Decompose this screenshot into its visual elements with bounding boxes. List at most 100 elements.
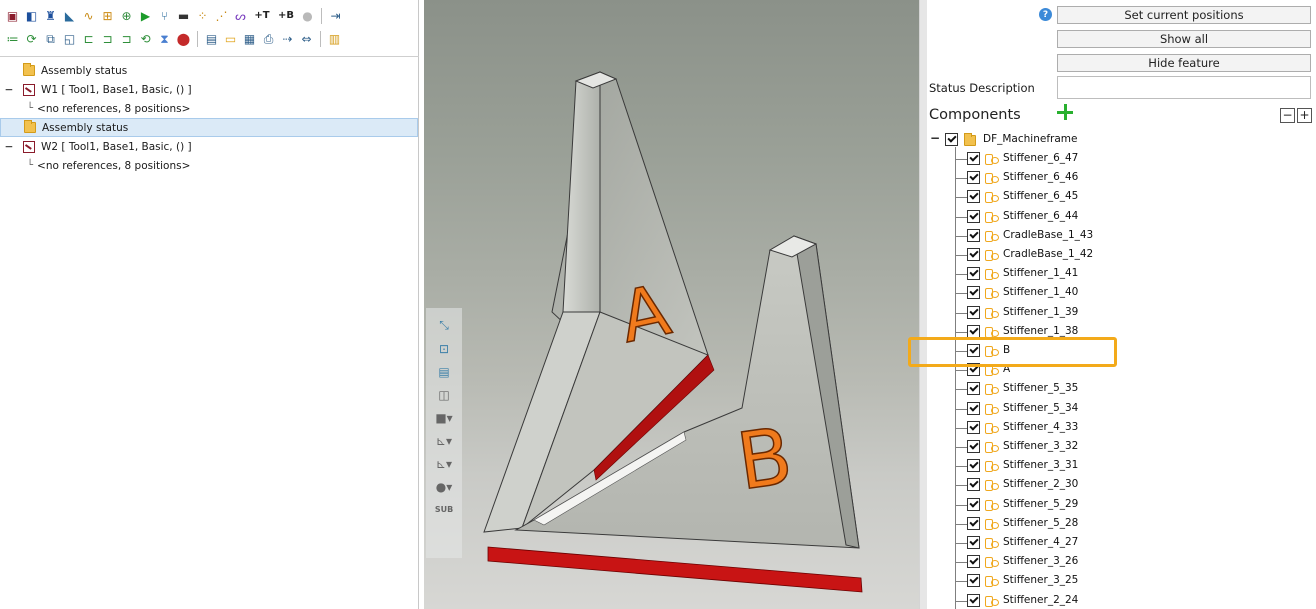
link-icon[interactable]: ⇔ xyxy=(298,30,315,48)
fit-all-icon[interactable]: ⤡ xyxy=(431,316,457,335)
component-checkbox[interactable] xyxy=(967,574,980,588)
solid-cube-icon[interactable]: ■▾ xyxy=(431,408,457,427)
collapse-icon[interactable]: − xyxy=(2,141,16,153)
component-checkbox[interactable] xyxy=(967,516,980,530)
component-checkbox[interactable] xyxy=(967,286,980,300)
component-item[interactable]: Stiffener_5_28 xyxy=(927,514,1316,533)
component-item[interactable]: Stiffener_6_45 xyxy=(927,187,1316,206)
folder-open-icon[interactable]: ▭ xyxy=(222,30,239,48)
target-icon[interactable]: ⊕ xyxy=(118,7,135,25)
link-right-icon[interactable]: ⇢ xyxy=(279,30,296,48)
component-checkbox[interactable] xyxy=(967,190,980,204)
open-project-icon[interactable]: ◧ xyxy=(23,7,40,25)
refresh-icon[interactable]: ⟲ xyxy=(137,30,154,48)
component-item[interactable]: Stiffener_6_46 xyxy=(927,168,1316,187)
collapse-icon[interactable]: − xyxy=(2,84,16,96)
component-checkbox[interactable] xyxy=(967,459,980,473)
view-layer-icon[interactable]: ▤ xyxy=(431,362,457,381)
component-item[interactable]: Stiffener_5_35 xyxy=(927,379,1316,398)
robot-icon[interactable]: ♜ xyxy=(42,7,59,25)
loop-icon[interactable]: ⟳ xyxy=(23,30,40,48)
stack-icon[interactable]: ⊏ xyxy=(80,30,97,48)
page-icon[interactable]: ▦ xyxy=(241,30,258,48)
component-item[interactable]: CradleBase_1_43 xyxy=(927,226,1316,245)
component-item[interactable]: Stiffener_2_24 xyxy=(927,591,1316,609)
status-description-input[interactable] xyxy=(1057,76,1311,99)
axes-icon[interactable]: ⊾▾ xyxy=(431,431,457,450)
component-checkbox[interactable] xyxy=(967,209,980,223)
splitter[interactable] xyxy=(919,0,927,609)
component-checkbox[interactable] xyxy=(967,497,980,511)
sphere-icon[interactable]: ●▾ xyxy=(431,477,457,496)
folder-icon[interactable]: ▬ xyxy=(175,7,192,25)
tree-item-instruction[interactable]: − W2 [ Tool1, Base1, Basic, () ] xyxy=(0,137,418,156)
component-checkbox[interactable] xyxy=(967,305,980,319)
show-all-button[interactable]: Show all xyxy=(1057,30,1311,48)
component-item[interactable]: Stiffener_3_32 xyxy=(927,437,1316,456)
component-item[interactable]: Stiffener_4_27 xyxy=(927,533,1316,552)
hourglass-icon[interactable]: ⧗ xyxy=(156,30,173,48)
axes-alt-icon[interactable]: ⊾▾ xyxy=(431,454,457,473)
component-checkbox[interactable] xyxy=(967,536,980,549)
tree-item-references[interactable]: └ <no references, 8 positions> xyxy=(0,156,418,175)
list-icon[interactable]: ≔ xyxy=(4,30,21,48)
component-checkbox[interactable] xyxy=(967,152,980,165)
assembly-icon[interactable]: ▣ xyxy=(4,7,21,25)
component-checkbox[interactable] xyxy=(967,267,980,281)
component-checkbox[interactable] xyxy=(967,382,980,396)
root-checkbox[interactable] xyxy=(945,133,958,146)
add-component-icon[interactable] xyxy=(1056,103,1074,121)
document-icon[interactable]: ▤ xyxy=(203,30,220,48)
assembly-scene[interactable]: A B xyxy=(424,0,919,609)
bar-chart-icon[interactable]: ▥ xyxy=(326,30,343,48)
component-checkbox[interactable] xyxy=(967,440,980,453)
collapse-icon[interactable]: − xyxy=(930,131,940,145)
component-item[interactable]: Stiffener_1_41 xyxy=(927,264,1316,283)
component-item[interactable]: Stiffener_5_34 xyxy=(927,399,1316,418)
component-checkbox[interactable] xyxy=(967,401,980,415)
tree-item-assembly-status[interactable]: Assembly status xyxy=(0,118,418,137)
component-item[interactable]: Stiffener_1_39 xyxy=(927,303,1316,322)
record-icon[interactable]: ● xyxy=(299,7,316,25)
tree-item-references[interactable]: └ <no references, 8 positions> xyxy=(0,99,418,118)
add-t-icon[interactable]: +T xyxy=(251,7,273,25)
sub-label[interactable]: SUB xyxy=(431,500,457,519)
component-item[interactable]: Stiffener_1_40 xyxy=(927,283,1316,302)
export-icon[interactable]: ⇥ xyxy=(327,7,344,25)
component-item[interactable]: Stiffener_5_29 xyxy=(927,495,1316,514)
component-item[interactable]: Stiffener_6_44 xyxy=(927,207,1316,226)
stop-icon[interactable]: ⬤ xyxy=(175,30,192,48)
component-item[interactable]: Stiffener_3_25 xyxy=(927,571,1316,590)
component-checkbox[interactable] xyxy=(967,228,980,242)
add-b-icon[interactable]: +B xyxy=(275,7,297,25)
3d-viewport[interactable]: A B ⤡ ⊡ ▤ ◫ ■▾ ⊾▾ ⊾▾ ●▾ SUB xyxy=(424,0,919,609)
copy-icon[interactable]: ⧉ xyxy=(42,30,59,48)
tree-item-instruction[interactable]: − W1 [ Tool1, Base1, Basic, () ] xyxy=(0,80,418,99)
printer-icon[interactable]: ⎙ xyxy=(260,30,277,48)
component-checkbox[interactable] xyxy=(967,478,980,492)
component-checkbox[interactable] xyxy=(967,324,980,338)
fit-selection-icon[interactable]: ⊡ xyxy=(431,339,457,358)
component-item[interactable]: CradleBase_1_42 xyxy=(927,245,1316,264)
component-checkbox[interactable] xyxy=(967,248,980,261)
frame-icon[interactable]: ◱ xyxy=(61,30,78,48)
component-item[interactable]: Stiffener_2_30 xyxy=(927,475,1316,494)
path-icon[interactable]: ∿ xyxy=(80,7,97,25)
help-icon[interactable]: ? xyxy=(1039,8,1052,21)
tree-item-assembly-status[interactable]: Assembly status xyxy=(0,61,418,80)
branch-icon[interactable]: ⑂ xyxy=(156,7,173,25)
component-root-row[interactable]: − DF_Machineframe xyxy=(927,130,1316,149)
measure-angle-icon[interactable]: ◣ xyxy=(61,7,78,25)
component-checkbox[interactable] xyxy=(967,420,980,434)
component-item[interactable]: Stiffener_4_33 xyxy=(927,418,1316,437)
step-icon[interactable]: ⊐ xyxy=(99,30,116,48)
collapse-all-button[interactable]: − xyxy=(1280,108,1295,123)
component-item[interactable]: Stiffener_3_26 xyxy=(927,552,1316,571)
component-checkbox[interactable] xyxy=(967,171,980,185)
component-checkbox[interactable] xyxy=(967,555,980,569)
set-current-positions-button[interactable]: Set current positions xyxy=(1057,6,1311,24)
join-icon[interactable]: ⊐ xyxy=(118,30,135,48)
grid-icon[interactable]: ⊞ xyxy=(99,7,116,25)
component-checkbox[interactable] xyxy=(967,593,980,607)
cube-outline-icon[interactable]: ◫ xyxy=(431,385,457,404)
